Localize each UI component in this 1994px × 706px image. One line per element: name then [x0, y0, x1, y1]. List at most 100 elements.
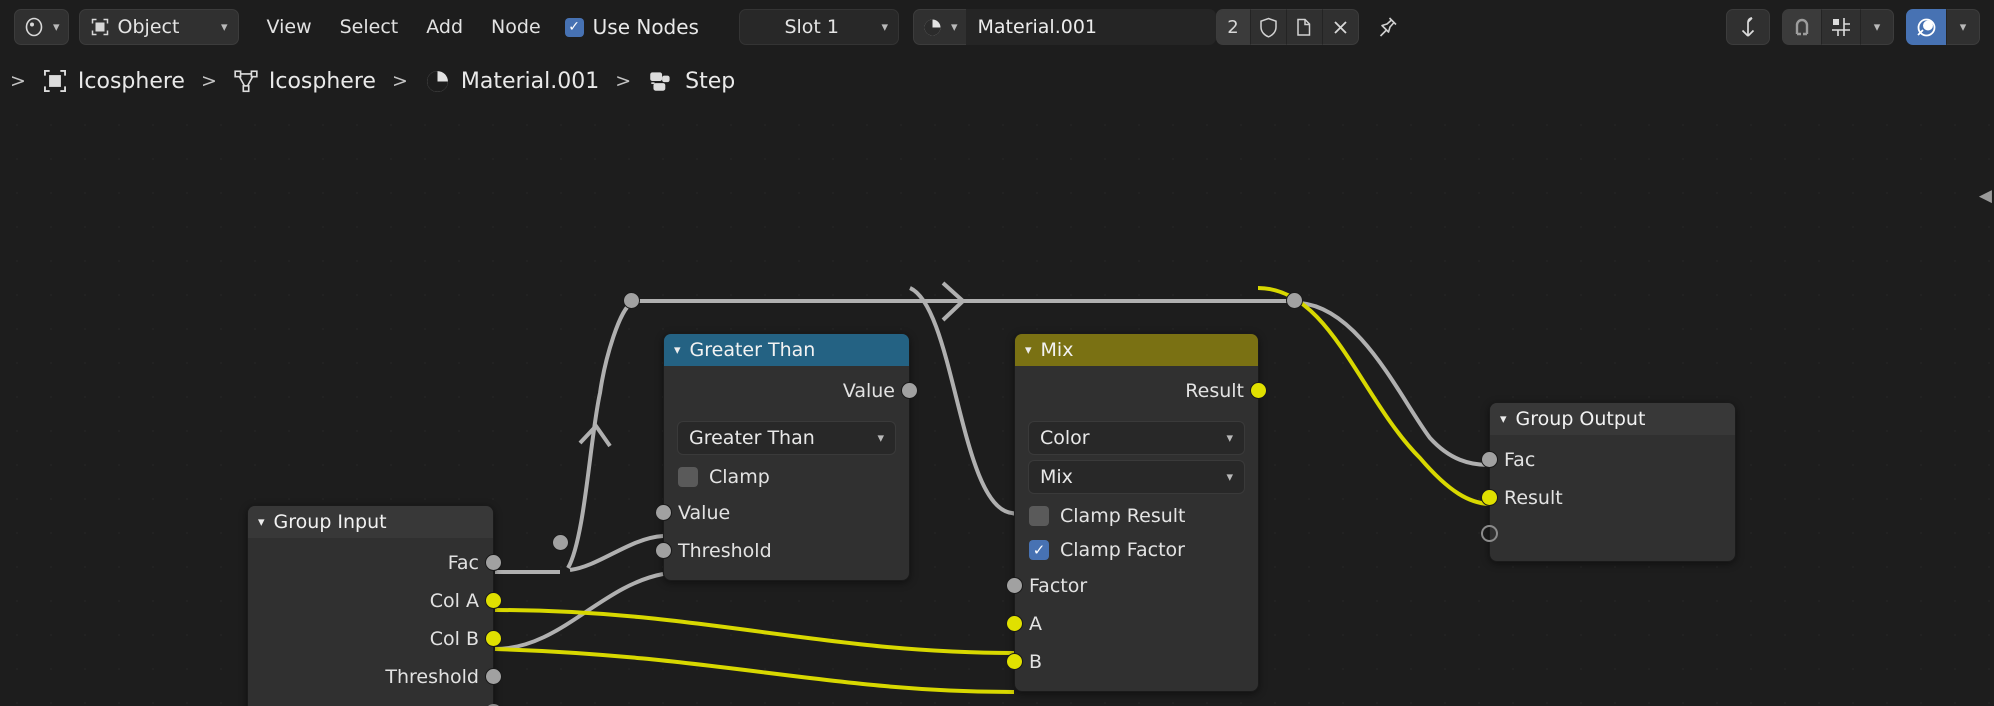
- socket-row-fac-in[interactable]: Fac: [1481, 441, 1735, 479]
- operation-dropdown[interactable]: Greater Than ▾: [677, 421, 896, 455]
- node-group-output[interactable]: ▾ Group Output Fac Result: [1481, 402, 1736, 562]
- new-material-copy-icon[interactable]: [1285, 9, 1322, 45]
- node-canvas[interactable]: ▾ Group Input Fac Col A Col B Threshold …: [0, 108, 1994, 706]
- node-editor-icon: [23, 16, 45, 38]
- material-name-field[interactable]: Material.001: [965, 9, 1216, 45]
- shader-type-selector[interactable]: Object ▾: [78, 9, 239, 45]
- socket-row-threshold[interactable]: Threshold: [248, 658, 502, 696]
- pin-icon[interactable]: [1375, 15, 1399, 39]
- output-socket-fac[interactable]: [485, 554, 502, 571]
- material-browse-button[interactable]: ▾: [912, 9, 966, 45]
- go-to-parent-button[interactable]: [1726, 9, 1770, 45]
- clamp-result-checkbox[interactable]: [1029, 506, 1049, 526]
- socket-label: Value: [842, 380, 895, 402]
- clamp-checkbox[interactable]: [678, 467, 698, 487]
- snap-magnet-icon[interactable]: [1782, 9, 1821, 45]
- menu-select[interactable]: Select: [326, 9, 413, 45]
- socket-row-a[interactable]: A: [1006, 605, 1258, 643]
- overlays-dropdown[interactable]: ▾: [1946, 9, 1980, 45]
- reroute-fac-split[interactable]: [552, 534, 569, 551]
- output-socket-result[interactable]: [1250, 382, 1267, 399]
- node-mix[interactable]: ▾ Mix Result Color ▾ Mix ▾ Clamp Result …: [1006, 333, 1267, 692]
- socket-label: Col A: [429, 590, 479, 612]
- mesh-data-icon: [233, 68, 259, 94]
- input-socket-factor[interactable]: [1006, 577, 1023, 594]
- material-sphere-icon: [922, 17, 943, 38]
- breadcrumb-item-object[interactable]: Icosphere: [32, 68, 195, 94]
- snap-target-grid-icon[interactable]: [1821, 9, 1860, 45]
- input-socket-virtual[interactable]: [1481, 525, 1498, 542]
- fake-user-shield-icon[interactable]: [1249, 9, 1286, 45]
- chevron-down-icon[interactable]: ▾: [258, 515, 265, 530]
- breadcrumb-item-material[interactable]: Material.001: [414, 68, 609, 95]
- menu-add[interactable]: Add: [412, 9, 477, 45]
- node-body: Fac Col A Col B Threshold: [248, 538, 502, 706]
- breadcrumb-item-nodegroup[interactable]: Step: [637, 67, 745, 95]
- output-socket-threshold[interactable]: [485, 668, 502, 685]
- blend-mode-dropdown[interactable]: Mix ▾: [1028, 460, 1245, 494]
- socket-row-b[interactable]: B: [1006, 643, 1258, 681]
- node-greater-than[interactable]: ▾ Greater Than Value Greater Than ▾ Clam…: [655, 333, 918, 581]
- clamp-factor-row[interactable]: ✓ Clamp Factor: [1015, 533, 1258, 567]
- output-socket-value[interactable]: [901, 382, 918, 399]
- input-socket-value[interactable]: [655, 504, 672, 521]
- menu-view[interactable]: View: [253, 9, 326, 45]
- node-header[interactable]: ▾ Greater Than: [664, 334, 909, 366]
- reroute-top-left[interactable]: [623, 292, 640, 309]
- reroute-top-right[interactable]: [1286, 292, 1303, 309]
- input-socket-threshold[interactable]: [655, 542, 672, 559]
- slot-selector[interactable]: Slot 1 ▾: [738, 9, 899, 45]
- node-header[interactable]: ▾ Mix: [1015, 334, 1258, 366]
- editor-header: ▾ Object ▾ View Select Add Node ✓ Use No…: [0, 0, 1994, 54]
- chevron-down-icon: ▾: [881, 19, 888, 35]
- output-socket-col-b[interactable]: [485, 630, 502, 647]
- material-users-count[interactable]: 2: [1215, 9, 1250, 45]
- material-actions-group: 2: [1215, 9, 1359, 45]
- input-socket-a[interactable]: [1006, 615, 1023, 632]
- socket-row-col-a[interactable]: Col A: [248, 582, 502, 620]
- dropdown-value: Greater Than: [689, 427, 815, 449]
- input-socket-result[interactable]: [1481, 489, 1498, 506]
- socket-row-value-out[interactable]: Value: [664, 372, 918, 410]
- chevron-down-icon: ▾: [1873, 19, 1881, 35]
- socket-label: Result: [1185, 380, 1244, 402]
- object-icon: [42, 68, 68, 94]
- node-overlays-toggle[interactable]: [1906, 9, 1946, 45]
- socket-row-fac[interactable]: Fac: [248, 544, 502, 582]
- clamp-result-row[interactable]: Clamp Result: [1015, 499, 1258, 533]
- snapping-dropdown[interactable]: ▾: [1860, 9, 1894, 45]
- breadcrumb-item-mesh[interactable]: Icosphere: [223, 68, 386, 94]
- input-socket-b[interactable]: [1006, 653, 1023, 670]
- socket-row-threshold-in[interactable]: Threshold: [655, 532, 909, 570]
- breadcrumb-label: Step: [685, 68, 736, 94]
- use-nodes-checkbox[interactable]: ✓: [564, 17, 584, 37]
- socket-row-result-out[interactable]: Result: [1015, 372, 1267, 410]
- clamp-result-label: Clamp Result: [1060, 505, 1186, 527]
- breadcrumb-separator: >: [615, 70, 632, 92]
- chevron-down-icon[interactable]: ▾: [674, 343, 681, 358]
- editor-type-selector[interactable]: ▾: [14, 9, 69, 45]
- output-socket-col-a[interactable]: [485, 592, 502, 609]
- socket-label: Threshold: [678, 540, 772, 562]
- clamp-row[interactable]: Clamp: [664, 460, 909, 494]
- node-header[interactable]: ▾ Group Input: [248, 506, 493, 538]
- socket-row-col-b[interactable]: Col B: [248, 620, 502, 658]
- socket-row-virtual[interactable]: [248, 696, 502, 706]
- data-type-dropdown[interactable]: Color ▾: [1028, 421, 1245, 455]
- chevron-down-icon[interactable]: ▾: [1025, 343, 1032, 358]
- node-group-input[interactable]: ▾ Group Input Fac Col A Col B Threshold: [247, 505, 502, 706]
- menu-node[interactable]: Node: [477, 9, 555, 45]
- unlink-x-icon[interactable]: [1321, 9, 1359, 45]
- socket-row-value-in[interactable]: Value: [655, 494, 909, 532]
- input-socket-fac[interactable]: [1481, 451, 1498, 468]
- socket-row-factor[interactable]: Factor: [1006, 567, 1258, 605]
- socket-row-result-in[interactable]: Result: [1481, 479, 1735, 517]
- socket-row-virtual-in[interactable]: [1481, 517, 1735, 551]
- clamp-factor-checkbox[interactable]: ✓: [1029, 540, 1049, 560]
- use-nodes-toggle[interactable]: ✓ Use Nodes: [555, 15, 709, 39]
- snapping-group: ▾: [1782, 9, 1894, 45]
- socket-label: Result: [1504, 487, 1563, 509]
- node-header[interactable]: ▾ Group Output: [1490, 403, 1735, 435]
- chevron-down-icon[interactable]: ▾: [1500, 412, 1507, 427]
- sidebar-toggle-arrow[interactable]: ◀: [1979, 186, 1992, 206]
